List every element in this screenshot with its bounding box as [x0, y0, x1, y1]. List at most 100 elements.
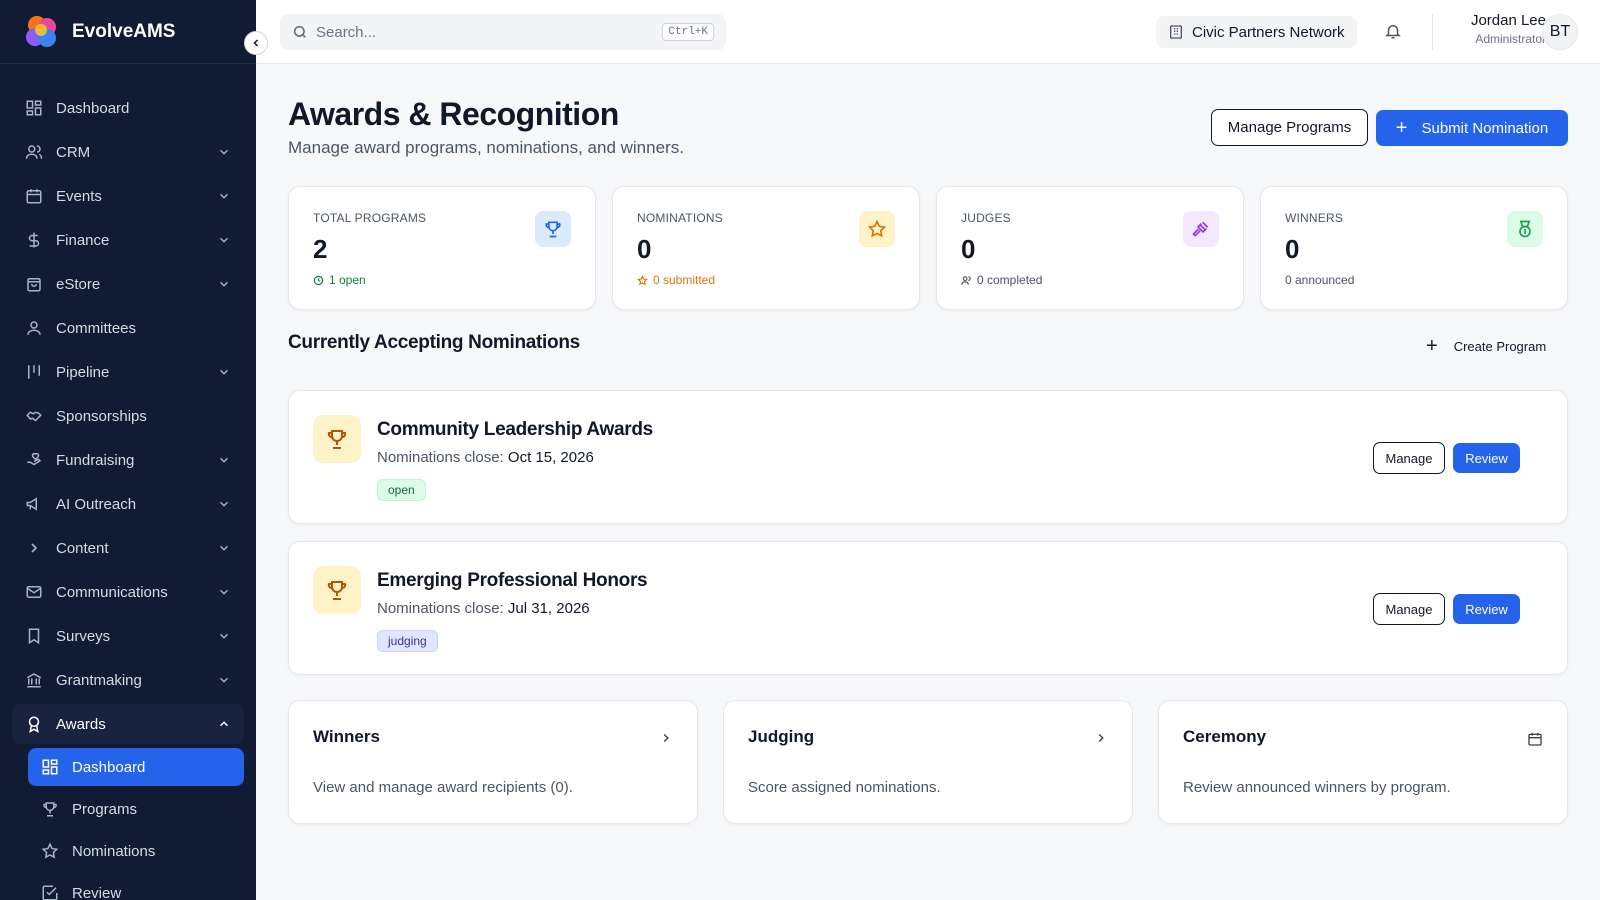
topbar-divider	[1432, 14, 1433, 50]
sidebar-subitem-review[interactable]: Review	[28, 874, 244, 900]
sidebar-item-label: Finance	[56, 231, 110, 249]
star-icon	[859, 211, 895, 247]
star-icon	[40, 841, 60, 861]
sidebar-item-label: Fundraising	[56, 451, 135, 469]
user-role: Administrator	[1475, 32, 1546, 46]
hand-heart-icon	[24, 450, 44, 470]
section-title: Currently Accepting Nominations	[288, 332, 580, 353]
sidebar-item-grantmaking[interactable]: Grantmaking	[12, 660, 244, 700]
manage-program-button[interactable]: Manage	[1373, 593, 1445, 625]
winners-card[interactable]: Winners View and manage award recipients…	[288, 700, 698, 824]
sidebar-item-crm[interactable]: CRM	[12, 132, 244, 172]
chevron-right-icon	[1094, 731, 1108, 745]
org-name: Civic Partners Network	[1192, 23, 1345, 41]
chevron-down-icon	[216, 672, 232, 688]
sidebar-item-finance[interactable]: Finance	[12, 220, 244, 260]
link-card-title: Judging	[748, 727, 815, 746]
stat-foot-text: 0 completed	[977, 273, 1043, 287]
notifications-button[interactable]	[1384, 22, 1402, 40]
sidebar-subitem-nominations[interactable]: Nominations	[28, 832, 244, 870]
stat-card-total-programs: TOTAL PROGRAMS 2 1 open	[288, 186, 596, 310]
brand-name: EvolveAMS	[72, 20, 176, 42]
user-menu[interactable]: Jordan Lee Administrator	[1446, 12, 1546, 46]
sidebar-item-pipeline[interactable]: Pipeline	[12, 352, 244, 392]
search-box[interactable]: Ctrl+K	[280, 14, 726, 50]
stat-foot: 0 completed	[961, 273, 1219, 287]
clock-icon	[313, 275, 324, 286]
award-icon	[24, 714, 44, 734]
sidebar-item-label: CRM	[56, 143, 91, 161]
org-switcher[interactable]: Civic Partners Network	[1156, 16, 1357, 48]
sidebar-item-awards[interactable]: Awards	[12, 704, 244, 744]
stat-card-winners: WINNERS 0 0 announced	[1260, 186, 1568, 310]
chevron-down-icon	[216, 628, 232, 644]
sidebar-item-label: Dashboard	[56, 99, 130, 117]
grid-icon	[40, 757, 60, 777]
status-badge: judging	[377, 630, 438, 652]
sidebar-item-label: Programs	[72, 800, 138, 818]
calendar-icon	[24, 186, 44, 206]
review-program-button[interactable]: Review	[1453, 594, 1520, 624]
search-input[interactable]	[316, 23, 663, 41]
program-card: Community Leadership Awards Nominations …	[288, 390, 1568, 524]
program-name: Community Leadership Awards	[377, 419, 653, 440]
submit-nomination-button[interactable]: + Submit Nomination	[1376, 110, 1568, 146]
trophy-icon	[535, 211, 571, 247]
sidebar-item-label: Committees	[56, 319, 137, 337]
program-close: Nominations close: Jul 31, 2026	[377, 600, 590, 617]
link-card-desc: View and manage award recipients (0).	[313, 779, 573, 796]
stat-foot: 0 submitted	[637, 273, 895, 287]
sidebar-item-estore[interactable]: eStore	[12, 264, 244, 304]
chevron-down-icon	[216, 452, 232, 468]
brand[interactable]: EvolveAMS	[0, 0, 256, 64]
page-subtitle: Manage award programs, nominations, and …	[288, 138, 684, 157]
sidebar-item-dashboard[interactable]: Dashboard	[12, 88, 244, 128]
stat-value: 0	[1285, 234, 1300, 264]
sidebar-item-fundraising[interactable]: Fundraising	[12, 440, 244, 480]
search-shortcut: Ctrl+K	[662, 23, 714, 41]
chevron-down-icon	[216, 496, 232, 512]
stat-value: 0	[637, 234, 652, 264]
chevron-left-icon	[250, 37, 262, 49]
stat-foot-text: 0 announced	[1285, 273, 1355, 287]
program-close: Nominations close: Oct 15, 2026	[377, 449, 594, 466]
chevron-right-icon	[24, 538, 44, 558]
manage-programs-button[interactable]: Manage Programs	[1211, 109, 1368, 146]
sidebar-item-ai-outreach[interactable]: AI Outreach	[12, 484, 244, 524]
sidebar-item-content[interactable]: Content	[12, 528, 244, 568]
avatar[interactable]: BT	[1542, 14, 1578, 50]
review-program-button[interactable]: Review	[1453, 443, 1520, 473]
program-close-date: Jul 31, 2026	[507, 600, 590, 617]
users-icon	[24, 142, 44, 162]
program-card: Emerging Professional Honors Nominations…	[288, 541, 1568, 675]
chevron-down-icon	[216, 232, 232, 248]
sidebar-item-committees[interactable]: Committees	[12, 308, 244, 348]
manage-program-button[interactable]: Manage	[1373, 442, 1445, 474]
judging-card[interactable]: Judging Score assigned nominations.	[723, 700, 1133, 824]
sidebar-subitem-dashboard[interactable]: Dashboard	[28, 748, 244, 786]
sidebar-item-events[interactable]: Events	[12, 176, 244, 216]
stat-foot: 1 open	[313, 273, 571, 287]
stat-foot: 0 announced	[1285, 273, 1543, 287]
program-close-label: Nominations close:	[377, 600, 504, 617]
sidebar-item-communications[interactable]: Communications	[12, 572, 244, 612]
create-program-button[interactable]: + Create Program	[1426, 334, 1546, 358]
sidebar-item-label: Events	[56, 187, 102, 205]
sidebar-subitem-programs[interactable]: Programs	[28, 790, 244, 828]
sidebar-item-sponsorships[interactable]: Sponsorships	[12, 396, 244, 436]
dollar-icon	[24, 230, 44, 250]
link-card-title: Ceremony	[1183, 727, 1267, 746]
ceremony-card[interactable]: Ceremony Review announced winners by pro…	[1158, 700, 1568, 824]
handshake-icon	[24, 406, 44, 426]
status-badge: open	[377, 479, 426, 501]
grid-icon	[24, 98, 44, 118]
chevron-down-icon	[216, 144, 232, 160]
stat-foot-text: 0 submitted	[653, 273, 716, 287]
sidebar-item-label: Review	[72, 884, 122, 900]
stat-label: TOTAL PROGRAMS	[313, 211, 427, 225]
chevron-down-icon	[216, 540, 232, 556]
sidebar-item-surveys[interactable]: Surveys	[12, 616, 244, 656]
collapse-sidebar-button[interactable]	[244, 31, 268, 55]
stat-value: 2	[313, 234, 328, 264]
trophy-icon	[313, 415, 361, 463]
